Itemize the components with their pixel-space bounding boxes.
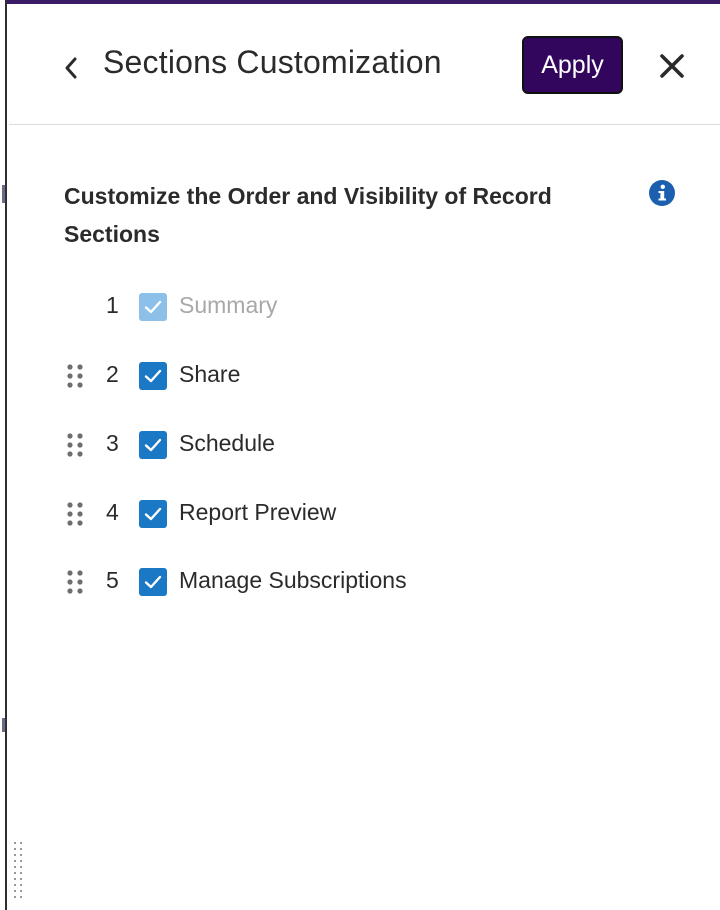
left-panel-edge xyxy=(0,0,7,910)
drag-handle-icon[interactable] xyxy=(65,431,87,459)
apply-button[interactable]: Apply xyxy=(522,36,623,94)
drag-handle-icon[interactable] xyxy=(65,500,87,528)
resize-grip-icon[interactable] xyxy=(12,840,26,902)
close-icon xyxy=(660,54,684,78)
edge-mark xyxy=(2,718,5,732)
section-heading: Customize the Order and Visibility of Re… xyxy=(64,183,552,247)
check-icon xyxy=(144,300,162,314)
section-index: 3 xyxy=(106,430,119,456)
close-button[interactable] xyxy=(654,46,690,86)
sections-customization-panel: Sections Customization Apply Customize t… xyxy=(0,0,720,910)
edge-mark xyxy=(2,185,5,203)
drag-handle-icon[interactable] xyxy=(65,362,87,390)
section-checkbox-report-preview[interactable] xyxy=(139,500,167,528)
check-icon xyxy=(144,507,162,521)
panel-header: Sections Customization Apply xyxy=(9,4,720,125)
section-row-report-preview: 4 Report Preview xyxy=(9,492,720,536)
check-icon xyxy=(144,438,162,452)
check-icon xyxy=(144,369,162,383)
section-checkbox-summary xyxy=(139,293,167,321)
section-label: Schedule xyxy=(179,430,275,456)
info-icon[interactable] xyxy=(648,179,676,207)
section-label: Share xyxy=(179,361,241,387)
section-index: 4 xyxy=(106,499,119,525)
page-title: Sections Customization xyxy=(103,44,442,80)
section-checkbox-schedule[interactable] xyxy=(139,431,167,459)
section-row-summary: 1 Summary xyxy=(9,285,720,329)
section-checkbox-manage-subscriptions[interactable] xyxy=(139,568,167,596)
section-row-schedule: 3 Schedule xyxy=(9,423,720,467)
check-icon xyxy=(144,575,162,589)
chevron-left-icon xyxy=(65,57,77,79)
section-row-manage-subscriptions: 5 Manage Subscriptions xyxy=(9,560,720,604)
section-row-share: 2 Share xyxy=(9,354,720,398)
section-index: 5 xyxy=(106,567,119,593)
drag-handle-icon[interactable] xyxy=(65,568,87,596)
back-button[interactable] xyxy=(59,48,83,88)
section-label: Manage Subscriptions xyxy=(179,567,407,593)
panel-body: Customize the Order and Visibility of Re… xyxy=(9,125,720,910)
section-index: 2 xyxy=(106,361,119,387)
section-index: 1 xyxy=(106,292,119,318)
section-label: Summary xyxy=(179,292,278,318)
section-label: Report Preview xyxy=(179,499,337,525)
section-checkbox-share[interactable] xyxy=(139,362,167,390)
